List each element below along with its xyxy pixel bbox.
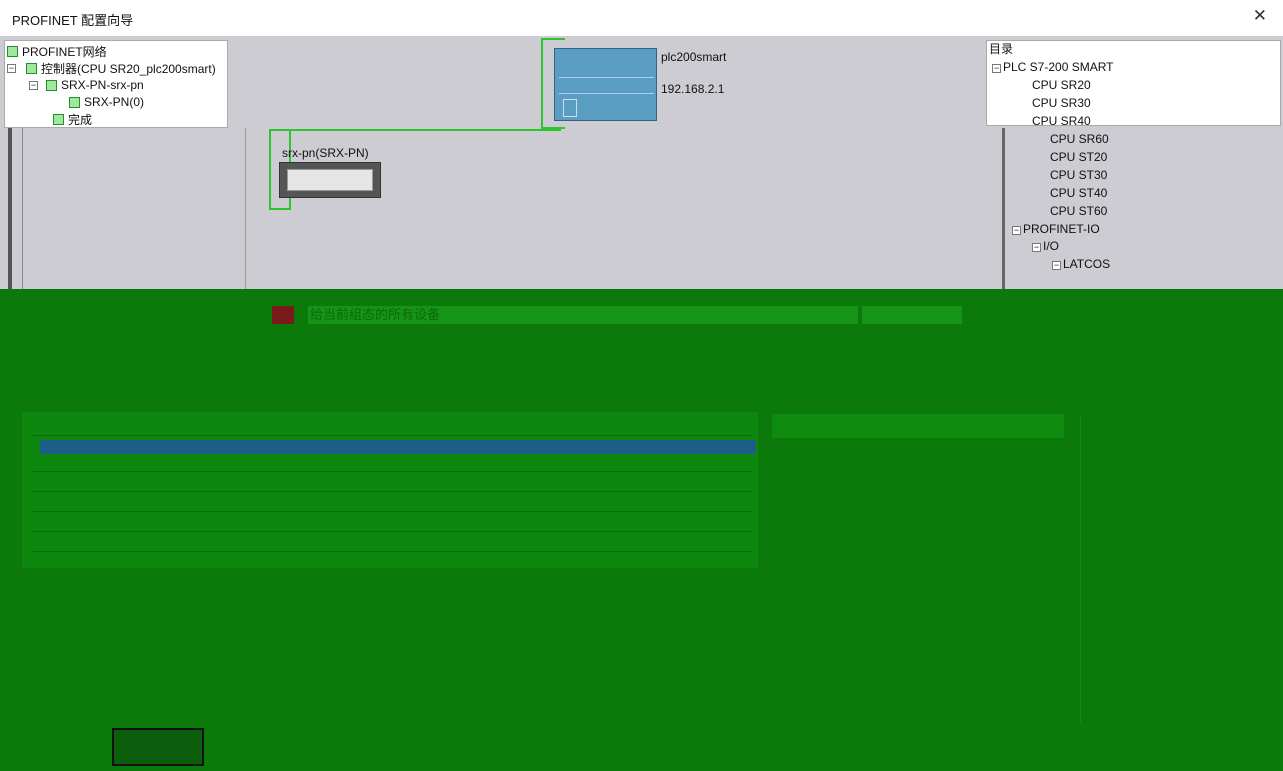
table-row[interactable] xyxy=(32,496,752,512)
config-table[interactable] xyxy=(22,412,758,568)
catalog-cpu[interactable]: CPU SR40 xyxy=(1032,114,1091,128)
close-icon[interactable]: ✕ xyxy=(1253,6,1267,26)
left-border xyxy=(8,128,12,289)
collapse-icon[interactable]: − xyxy=(992,63,1001,73)
hint-text: 给当前组态的所有设备 xyxy=(308,306,858,324)
controller-icon xyxy=(26,62,37,74)
complete-icon xyxy=(53,113,64,125)
side-panel xyxy=(1080,414,1283,724)
table-row[interactable] xyxy=(32,536,752,552)
submodule-icon xyxy=(69,96,80,108)
table-row[interactable] xyxy=(32,516,752,532)
tree-item-complete[interactable]: 完成 xyxy=(53,111,92,127)
selected-row[interactable] xyxy=(40,440,756,454)
bottom-button[interactable] xyxy=(112,728,204,766)
plc-ip: 192.168.2.1 xyxy=(661,82,725,96)
catalog-family[interactable]: − PLC S7-200 SMART xyxy=(992,60,1114,74)
collapse-icon[interactable]: − xyxy=(1012,225,1021,235)
catalog-cpu[interactable]: CPU SR60 xyxy=(1050,132,1109,146)
table-row[interactable] xyxy=(32,420,752,436)
plc-name: plc200smart xyxy=(661,50,727,64)
title-bar: PROFINET 配置向导 ✕ xyxy=(0,0,1283,36)
hint-button[interactable] xyxy=(862,306,962,324)
tree-item-device[interactable]: − SRX-PN-srx-pn xyxy=(29,77,144,93)
slave-device[interactable] xyxy=(279,162,381,198)
catalog-title: 目录 xyxy=(989,42,1014,56)
collapse-icon[interactable]: − xyxy=(29,80,38,90)
catalog-profinet[interactable]: − PROFINET-IO xyxy=(1012,222,1100,236)
catalog-cpu[interactable]: CPU SR20 xyxy=(1032,78,1091,92)
device-icon xyxy=(46,79,57,91)
collapse-icon[interactable]: − xyxy=(1052,260,1061,270)
network-tree[interactable]: PROFINET网络 − 控制器(CPU SR20_plc200smart) − S… xyxy=(4,40,228,128)
network-icon xyxy=(7,45,18,57)
collapse-icon[interactable]: − xyxy=(1032,242,1041,252)
catalog-cpu[interactable]: CPU ST30 xyxy=(1050,168,1107,182)
properties-header xyxy=(772,414,1064,438)
catalog-panel[interactable] xyxy=(986,40,1281,126)
catalog-vendor[interactable]: − LATCOS xyxy=(1052,257,1110,271)
plc-device[interactable] xyxy=(554,48,657,121)
tree-item-controller[interactable]: − 控制器(CPU SR20_plc200smart) xyxy=(7,60,216,76)
catalog-cpu[interactable]: CPU ST60 xyxy=(1050,204,1107,218)
table-row[interactable] xyxy=(32,476,752,492)
slave-name: srx-pn(SRX-PN) xyxy=(282,146,369,160)
slave-display xyxy=(287,169,373,191)
port-icon xyxy=(563,99,577,117)
canvas-divider xyxy=(245,128,246,289)
right-divider xyxy=(1002,128,1005,289)
catalog-cpu[interactable]: CPU ST40 xyxy=(1050,186,1107,200)
catalog-io[interactable]: − I/O xyxy=(1032,239,1059,253)
device-warning-icon xyxy=(272,306,294,324)
catalog-cpu[interactable]: CPU ST20 xyxy=(1050,150,1107,164)
catalog-cpu[interactable]: CPU SR30 xyxy=(1032,96,1091,110)
tree-item-network[interactable]: PROFINET网络 xyxy=(7,43,107,59)
left-border-line xyxy=(22,128,23,289)
table-row[interactable] xyxy=(32,456,752,472)
collapse-icon[interactable]: − xyxy=(7,63,16,73)
network-canvas[interactable]: PROFINET网络 − 控制器(CPU SR20_plc200smart) − S… xyxy=(0,36,1283,289)
window-title: PROFINET 配置向导 xyxy=(12,13,134,28)
network-wire xyxy=(269,129,561,131)
tree-item-submodule[interactable]: SRX-PN(0) xyxy=(69,94,144,110)
